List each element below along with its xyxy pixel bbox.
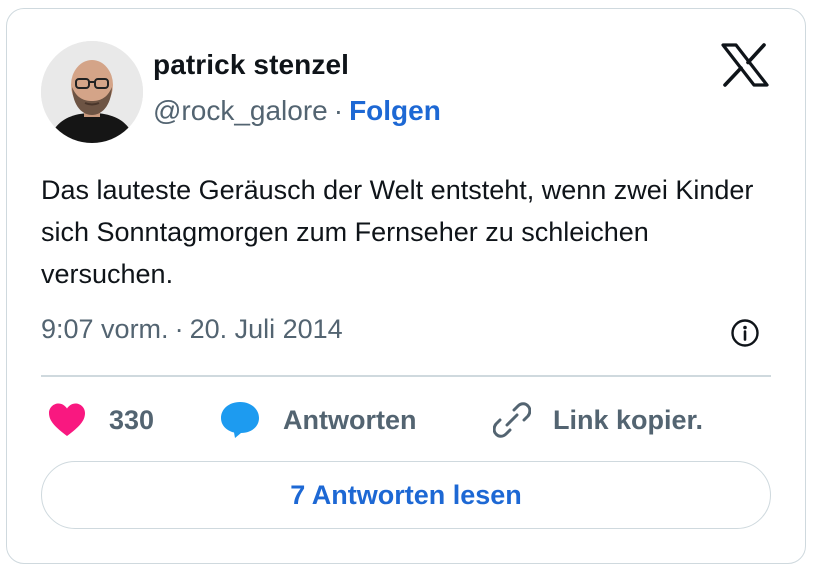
read-replies-button[interactable]: 7 Antworten lesen [41,461,771,529]
action-bar: 330 Antworten Link kopier. [41,395,771,445]
avatar[interactable] [41,41,143,143]
info-icon[interactable] [730,318,760,348]
reply-button[interactable]: Antworten [219,395,416,445]
x-logo-icon[interactable] [721,43,769,87]
meta-separator: · [174,314,184,344]
author-handle-row: @rock_galore · Folgen [153,95,441,127]
follow-button[interactable]: Folgen [349,95,441,126]
speech-bubble-icon [221,402,259,438]
author-name[interactable]: patrick stenzel [153,49,349,81]
tweet-meta: 9:07 vorm. · 20. Juli 2014 [41,314,343,345]
divider [41,375,771,377]
tweet-time[interactable]: 9:07 vorm. [41,314,169,344]
like-button[interactable]: 330 [47,395,154,445]
copy-link-label: Link kopier. [553,404,704,435]
author-handle[interactable]: @rock_galore [153,95,328,126]
reply-label: Antworten [283,404,417,435]
tweet-text: Das lauteste Geräusch der Welt entsteht,… [41,175,754,289]
heart-icon [49,403,85,436]
tweet-card: patrick stenzel @rock_galore · Folgen Das … [6,8,806,564]
like-count: 330 [109,404,155,435]
copy-link-button[interactable]: Link kopier. [493,395,703,445]
handle-separator: · [333,95,344,126]
tweet-date[interactable]: 20. Juli 2014 [190,314,343,344]
link-icon [493,402,531,438]
